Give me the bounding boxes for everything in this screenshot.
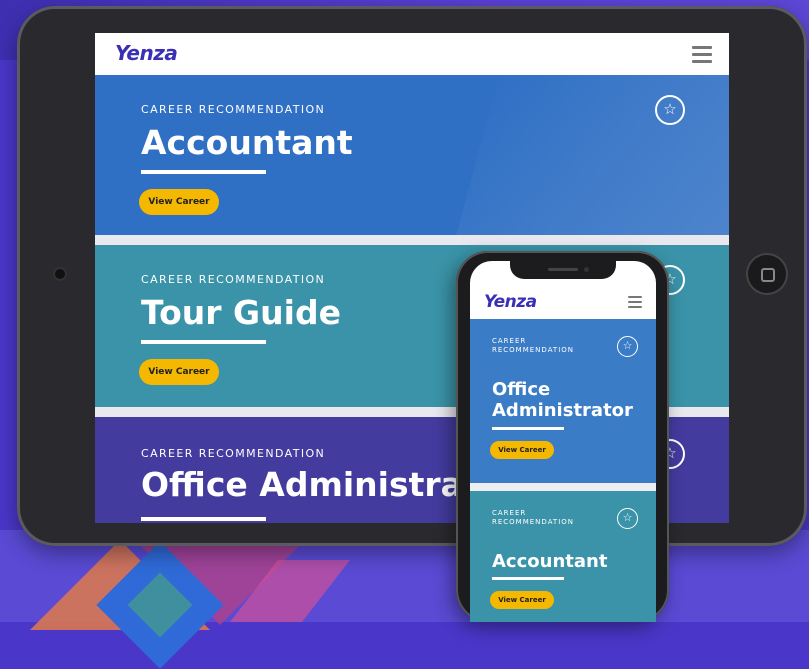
star-icon[interactable]: ☆ [655,95,685,125]
tablet-camera [55,269,65,279]
star-icon[interactable]: ☆ [617,336,638,357]
phone-device: Yenza CAREER RECOMMENDATION Office Admin… [456,251,669,622]
view-career-button[interactable]: View Career [490,441,554,459]
title-underline [141,517,266,521]
career-card-accountant: CAREER RECOMMENDATION Accountant View Ca… [470,491,656,622]
card-separator [95,235,729,245]
card-title: Tour Guide [141,293,341,332]
tablet-home-button[interactable] [748,255,786,293]
career-card-accountant: CAREER RECOMMENDATION Accountant View Ca… [95,75,729,235]
card-title: Accountant [141,123,353,162]
card-kicker: CAREER RECOMMENDATION [141,273,326,286]
star-icon[interactable]: ☆ [617,508,638,529]
yenza-logo[interactable]: Yenza [484,292,537,312]
card-title: Office Administrator [492,379,633,421]
title-underline [141,170,266,174]
hamburger-menu-icon[interactable] [628,296,642,311]
speaker [548,268,578,271]
card-title: Office Administrat [141,465,479,504]
card-kicker: CAREER RECOMMENDATION [141,447,326,460]
view-career-button[interactable]: View Career [139,189,219,215]
home-icon [761,268,775,282]
hamburger-menu-icon[interactable] [692,46,712,67]
card-separator [470,483,656,491]
card-kicker: CAREER RECOMMENDATION [141,103,326,116]
card-title: Accountant [492,551,608,572]
career-card-office-administrator: CAREER RECOMMENDATION Office Administrat… [470,319,656,483]
card-kicker: CAREER RECOMMENDATION [492,337,575,354]
title-underline [492,577,564,580]
title-underline [492,427,564,430]
card-kicker: CAREER RECOMMENDATION [492,509,575,526]
camera [584,267,589,272]
app-header: Yenza [95,33,729,75]
title-underline [141,340,266,344]
view-career-button[interactable]: View Career [139,359,219,385]
view-career-button[interactable]: View Career [490,591,554,609]
yenza-logo[interactable]: Yenza [115,41,178,65]
phone-screen: Yenza CAREER RECOMMENDATION Office Admin… [470,261,656,622]
phone-notch [510,261,616,279]
tablet-device: Yenza CAREER RECOMMENDATION Accountant V… [17,6,807,546]
